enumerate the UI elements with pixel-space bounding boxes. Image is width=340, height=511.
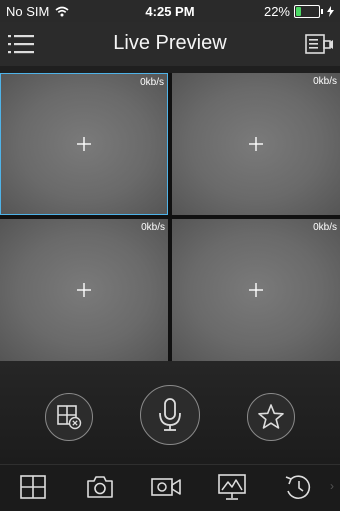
window-split-icon [20, 475, 46, 499]
split-screen-button[interactable] [17, 473, 49, 501]
microphone-icon [159, 398, 181, 431]
battery-percent: 22% [263, 4, 290, 19]
control-panel [0, 361, 340, 464]
video-record-icon [151, 478, 181, 496]
video-window-3[interactable]: 0kb/s [0, 219, 168, 361]
video-window-4[interactable]: 0kb/s [172, 219, 340, 361]
nav-bar: Live Preview [0, 22, 340, 66]
video-window-2[interactable]: 0kb/s [172, 73, 340, 215]
favorite-button[interactable] [247, 393, 295, 441]
page-title: Live Preview [113, 32, 227, 54]
video-grid: 0kb/s 0kb/s 0kb/s 0kb/s [0, 73, 340, 361]
playback-history-icon [285, 475, 311, 500]
battery-cap [321, 9, 323, 14]
bitrate-label: 0kb/s [313, 76, 337, 87]
playback-list-icon [305, 34, 333, 54]
status-bar: No SIM 4:25 PM 22% [0, 0, 340, 22]
add-channel-icon[interactable] [249, 137, 263, 151]
picture-quality-icon [218, 474, 246, 500]
close-all-button[interactable] [45, 393, 93, 441]
add-channel-icon[interactable] [249, 283, 263, 297]
charging-bolt-icon [327, 6, 334, 17]
playback-list-button[interactable] [304, 32, 334, 56]
add-channel-icon[interactable] [77, 283, 91, 297]
bitrate-label: 0kb/s [140, 77, 164, 88]
status-right: 22% [264, 4, 334, 19]
more-tools-arrow[interactable]: › [330, 479, 334, 493]
battery-level [296, 7, 301, 16]
playback-button[interactable] [282, 473, 314, 501]
battery-icon [294, 5, 320, 18]
record-button[interactable] [150, 473, 182, 501]
add-channel-icon[interactable] [77, 137, 91, 151]
snapshot-button[interactable] [84, 473, 116, 501]
talk-button[interactable] [140, 385, 200, 445]
star-favorite-icon [258, 404, 284, 429]
bitrate-label: 0kb/s [313, 222, 337, 233]
bottom-toolbar: › [0, 464, 340, 511]
quality-button[interactable] [216, 473, 248, 501]
bitrate-label: 0kb/s [141, 222, 165, 233]
close-all-channels-icon [57, 405, 82, 430]
video-window-1[interactable]: 0kb/s [0, 73, 168, 215]
camera-snapshot-icon [87, 476, 113, 498]
